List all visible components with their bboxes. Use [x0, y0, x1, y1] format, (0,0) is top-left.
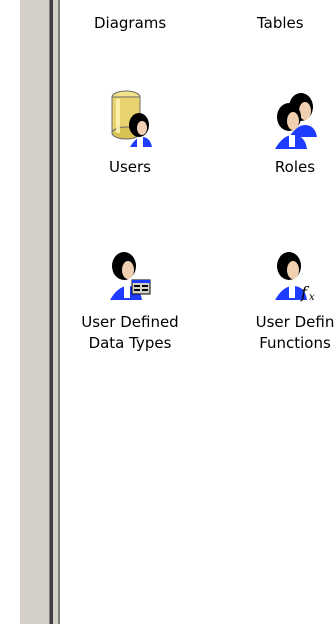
item-label-user-defined-functions: User Defin Functions — [255, 313, 334, 352]
user-defined-data-types-icon — [110, 252, 151, 300]
details-pane: Diagrams Tables Users Roles User Defined… — [60, 0, 334, 624]
item-label-user-defined-data-types: User Defined Data Types — [81, 313, 179, 352]
item-label-roles: Roles — [274, 158, 316, 176]
svg-text:x: x — [309, 292, 315, 303]
list-item-user-defined-functions[interactable]: f x User Defin Functions — [225, 240, 334, 354]
splitter-bar[interactable] — [19, 0, 50, 624]
list-item-users[interactable]: Users — [60, 85, 200, 178]
user-defined-functions-icon: f x — [275, 252, 315, 303]
users-database-icon — [111, 90, 152, 147]
roles-icon — [275, 93, 317, 149]
list-item-roles[interactable]: Roles — [225, 85, 334, 178]
item-label-users: Users — [108, 158, 151, 176]
item-label-tables[interactable]: Tables — [257, 14, 304, 32]
item-label-diagrams[interactable]: Diagrams — [94, 14, 166, 32]
list-item-user-defined-data-types[interactable]: User Defined Data Types — [60, 240, 200, 354]
left-frame — [0, 0, 60, 624]
